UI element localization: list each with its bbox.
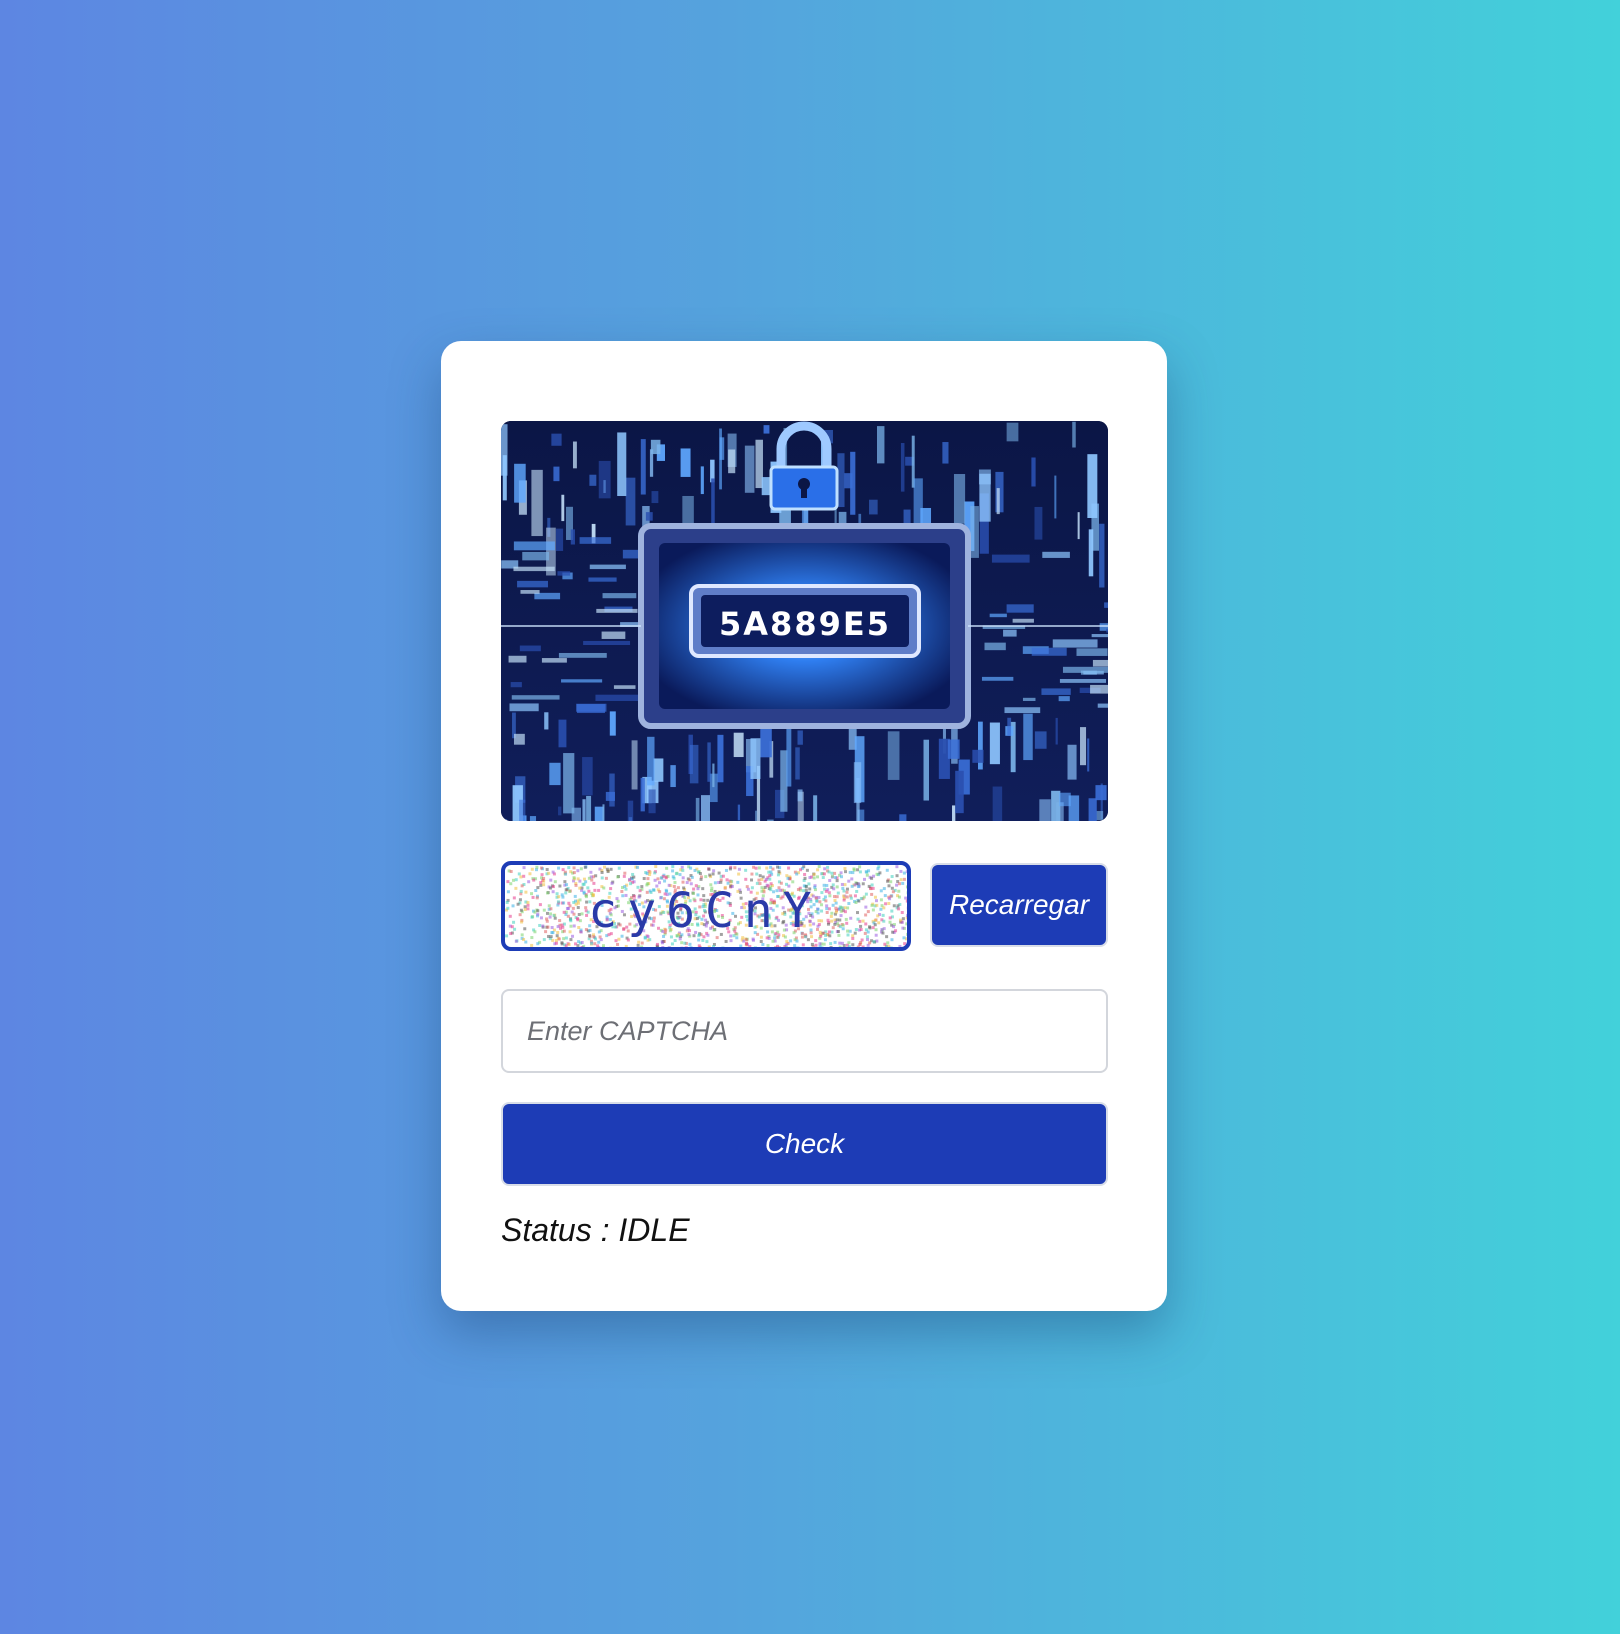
check-button[interactable]: Check <box>501 1102 1108 1186</box>
banner-code-text: 5A889E5 <box>719 605 891 643</box>
captcha-card: 5A889E5 cy6CnY Recarregar Check Status :… <box>441 341 1167 1311</box>
captcha-input[interactable] <box>501 989 1108 1073</box>
captcha-image: cy6CnY <box>501 861 911 951</box>
security-illustration: 5A889E5 <box>501 421 1108 821</box>
security-banner-image: 5A889E5 <box>501 421 1108 821</box>
reload-captcha-button[interactable]: Recarregar <box>930 863 1108 947</box>
status-text: Status : IDLE <box>501 1212 690 1248</box>
captcha-text: cy6CnY <box>588 883 821 939</box>
